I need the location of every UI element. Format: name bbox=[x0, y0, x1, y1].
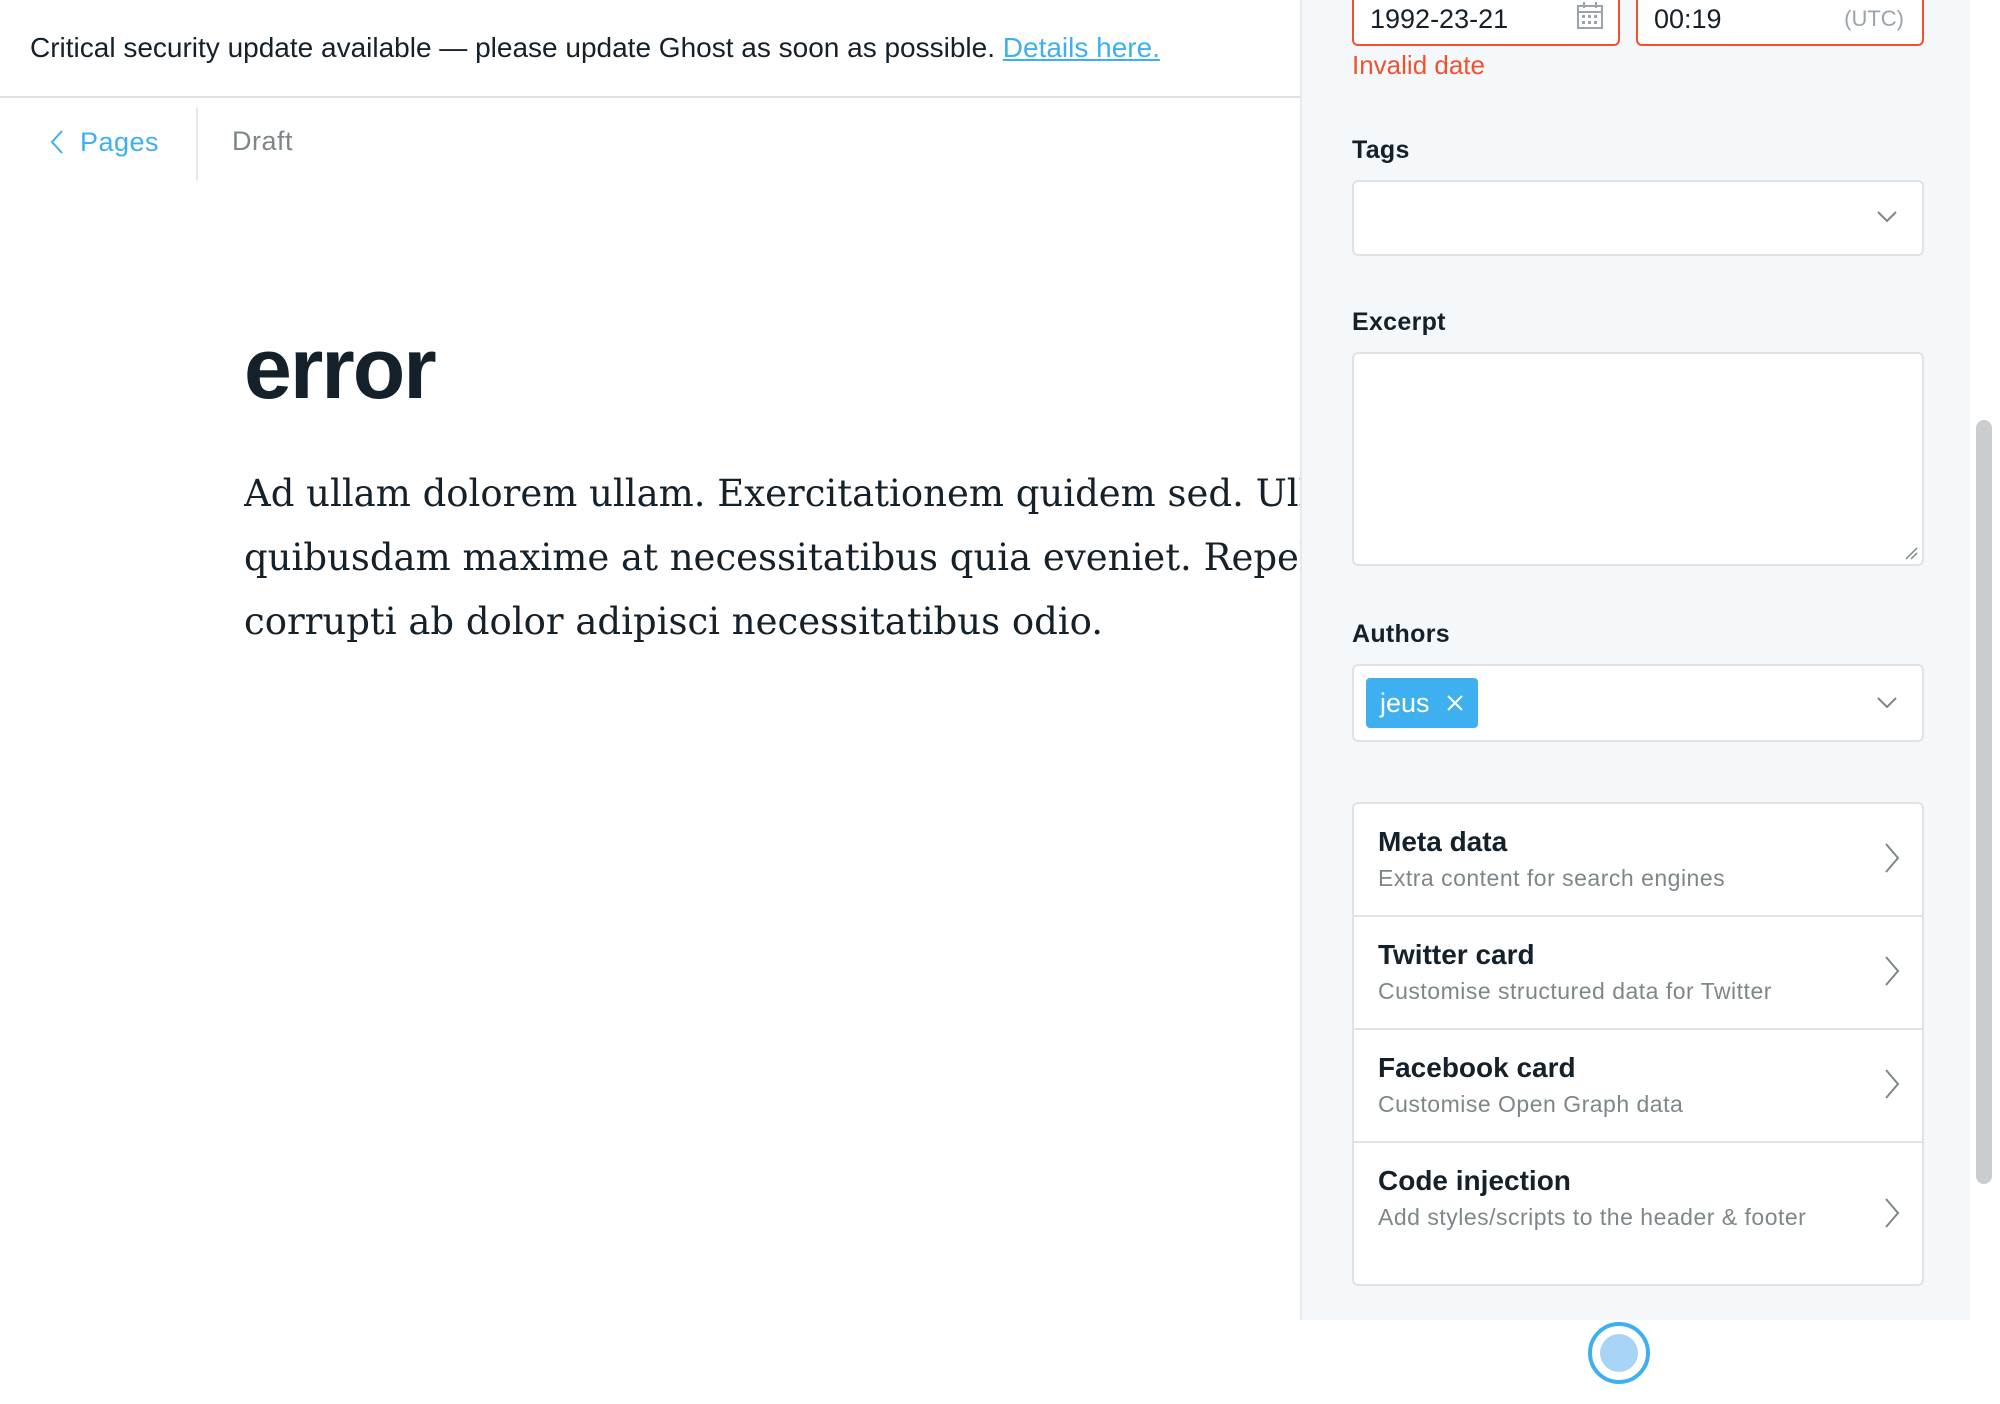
chevron-down-icon bbox=[1877, 211, 1897, 223]
excerpt-textarea[interactable] bbox=[1352, 352, 1924, 566]
close-icon bbox=[1446, 695, 1463, 711]
meta-data-item[interactable]: Meta data Extra content for search engin… bbox=[1354, 804, 1922, 917]
nav-item-description: Customise Open Graph data bbox=[1378, 1091, 1684, 1117]
tags-label: Tags bbox=[1352, 136, 1410, 164]
nav-item-description: Customise structured data for Twitter bbox=[1378, 978, 1772, 1004]
twitter-card-item[interactable]: Twitter card Customise structured data f… bbox=[1354, 917, 1922, 1030]
publish-time-input[interactable]: 00:19 (UTC) bbox=[1636, 0, 1924, 46]
settings-sections-list: Meta data Extra content for search engin… bbox=[1352, 802, 1924, 1286]
breadcrumb: Pages Draft bbox=[0, 100, 1300, 180]
spinner-dot bbox=[1600, 1334, 1638, 1372]
author-token-name: jeus bbox=[1380, 687, 1430, 718]
post-status: Draft bbox=[232, 126, 294, 156]
publish-time-value: 00:19 bbox=[1654, 4, 1722, 34]
author-token: jeus bbox=[1366, 678, 1478, 728]
post-body-line: corrupti ab dolor adipisci necessitatibu… bbox=[244, 600, 1104, 643]
code-injection-item[interactable]: Code injection Add styles/scripts to the… bbox=[1354, 1143, 1922, 1284]
timezone-label: (UTC) bbox=[1844, 6, 1904, 31]
loading-spinner-icon bbox=[1588, 1322, 1650, 1384]
banner-message: Critical security update available — ple… bbox=[30, 32, 995, 63]
post-body-line: quibusdam maxime at necessitatibus quia … bbox=[244, 536, 1300, 579]
post-title[interactable]: error bbox=[244, 320, 437, 419]
chevron-right-icon bbox=[1885, 1198, 1900, 1228]
nav-item-title: Meta data bbox=[1378, 826, 1508, 857]
post-settings-panel: 1992-23-21 00:19 (UTC) Invalid date Tags… bbox=[1300, 0, 1970, 1320]
authors-label: Authors bbox=[1352, 620, 1450, 648]
update-banner: Critical security update available — ple… bbox=[0, 0, 1300, 98]
chevron-down-icon bbox=[1877, 697, 1897, 709]
chevron-right-icon bbox=[1885, 956, 1900, 986]
publish-date-value: 1992-23-21 bbox=[1370, 4, 1509, 34]
remove-author-button[interactable] bbox=[1446, 694, 1464, 712]
nav-item-description: Extra content for search engines bbox=[1378, 865, 1726, 891]
authors-select[interactable]: jeus bbox=[1352, 664, 1924, 742]
excerpt-label: Excerpt bbox=[1352, 308, 1446, 336]
calendar-icon[interactable] bbox=[1576, 0, 1604, 32]
nav-item-title: Code injection bbox=[1378, 1165, 1571, 1196]
panel-scrollbar[interactable] bbox=[1976, 420, 1992, 1184]
chevron-right-icon bbox=[1885, 1069, 1900, 1099]
banner-details-link[interactable]: Details here. bbox=[1003, 32, 1160, 63]
nav-item-title: Facebook card bbox=[1378, 1052, 1576, 1083]
back-link-label: Pages bbox=[80, 126, 160, 157]
facebook-card-item[interactable]: Facebook card Customise Open Graph data bbox=[1354, 1030, 1922, 1143]
nav-item-description: Add styles/scripts to the header & foote… bbox=[1378, 1204, 1807, 1230]
chevron-right-icon bbox=[1885, 843, 1900, 873]
tags-select[interactable] bbox=[1352, 180, 1924, 256]
banner-text: Critical security update available — ple… bbox=[30, 32, 1160, 64]
nav-item-title: Twitter card bbox=[1378, 939, 1535, 970]
resize-grip-icon[interactable] bbox=[1904, 546, 1918, 560]
date-error-message: Invalid date bbox=[1352, 50, 1485, 80]
back-to-pages-link[interactable]: Pages bbox=[50, 122, 159, 162]
post-body-line: Ad ullam dolorem ullam. Exercitationem q… bbox=[244, 472, 1300, 515]
post-body[interactable]: Ad ullam dolorem ullam. Exercitationem q… bbox=[244, 462, 1300, 662]
chevron-left-icon bbox=[50, 130, 63, 154]
breadcrumb-divider bbox=[196, 108, 198, 180]
publish-date-input[interactable]: 1992-23-21 bbox=[1352, 0, 1620, 46]
